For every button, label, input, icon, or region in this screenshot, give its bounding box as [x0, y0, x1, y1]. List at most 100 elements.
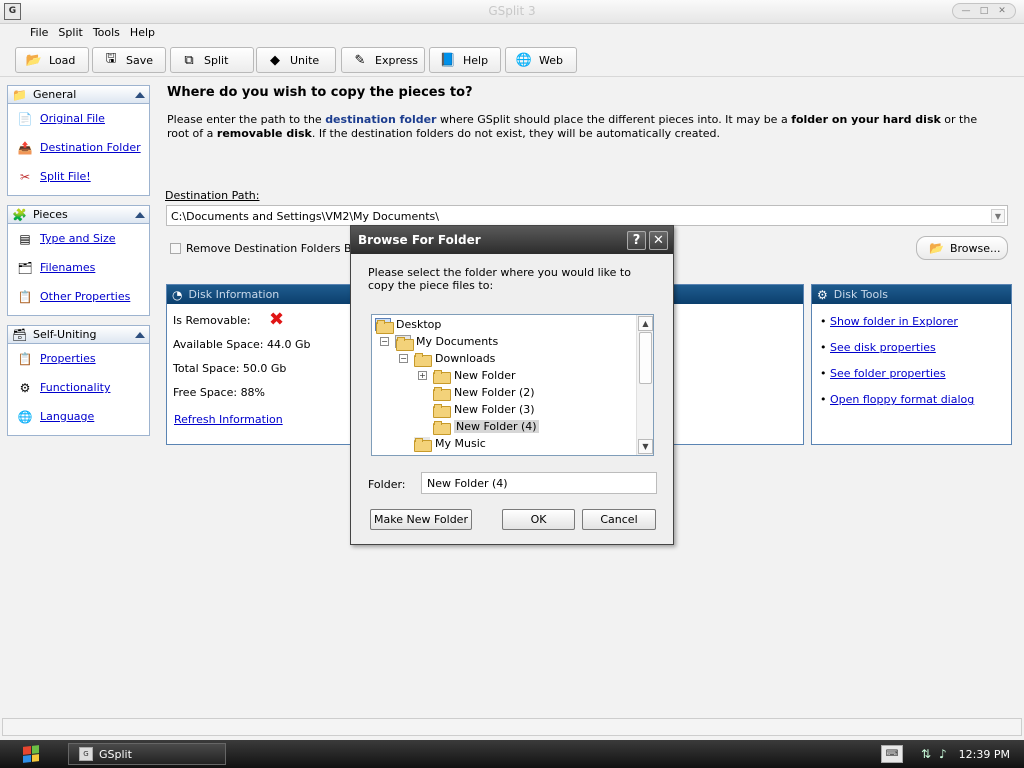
split-icon: ⧉: [184, 52, 194, 68]
maximize-button[interactable]: □: [975, 4, 993, 18]
minimize-button[interactable]: —: [957, 4, 975, 18]
gsplit-app-icon: G: [79, 747, 93, 761]
menu-tools[interactable]: Tools: [93, 24, 126, 42]
volume-icon[interactable]: ♪: [939, 747, 947, 761]
sidebar-item-destination-folder[interactable]: 📤 Destination Folder: [8, 133, 149, 162]
filenames-icon: 🗂: [17, 260, 33, 275]
bullet-floppy-format: • Open floppy format dialog: [820, 393, 975, 406]
tree-node-desktop[interactable]: Desktop: [375, 316, 441, 334]
red-x-icon: ✖: [269, 309, 285, 330]
help-book-icon: 📘: [439, 52, 457, 68]
sidebar-item-original-file[interactable]: 📄 Original File: [8, 104, 149, 133]
menu-bar: File Split Tools Help: [0, 24, 1024, 42]
ok-button[interactable]: OK: [502, 509, 575, 530]
menu-split[interactable]: Split: [58, 24, 88, 42]
destination-path-input[interactable]: C:\Documents and Settings\VM2\My Documen…: [166, 205, 1008, 226]
destination-path-label: Destination Path:: [165, 189, 260, 202]
windows-logo-icon: [23, 745, 39, 763]
folder-icon: [414, 352, 432, 367]
scroll-down-icon[interactable]: ▼: [638, 439, 653, 454]
refresh-information-link[interactable]: Refresh Information: [174, 413, 283, 426]
menu-help[interactable]: Help: [130, 24, 161, 42]
express-button[interactable]: ✎ Express: [341, 47, 425, 73]
folder-properties-link[interactable]: See folder properties: [830, 367, 946, 380]
pieces-icon: 🧩: [12, 207, 27, 222]
cancel-button[interactable]: Cancel: [582, 509, 656, 530]
status-bar: [2, 718, 1022, 736]
properties-icon: 📋: [17, 351, 33, 366]
taskbar-gsplit-button[interactable]: G GSplit: [68, 743, 226, 765]
music-folder-icon: [414, 437, 432, 452]
folder-browse-icon: 📂: [929, 241, 944, 255]
scissors-icon: ✂: [19, 169, 31, 184]
sidebar-item-other-properties[interactable]: 📋 Other Properties: [8, 282, 149, 311]
network-icon[interactable]: ⇅: [921, 747, 931, 761]
remove-folders-checkbox[interactable]: [170, 243, 181, 254]
start-button[interactable]: [6, 742, 56, 766]
toolbar: 📂 Load 🖫 Save ⧉ Split ◆ Unite ✎ Express 📘 Help…: [0, 44, 1024, 77]
tree-node-new-folder[interactable]: + New Folder: [418, 367, 515, 384]
collapse-toggle[interactable]: −: [380, 337, 389, 346]
dialog-close-button[interactable]: ✕: [649, 231, 668, 250]
expand-toggle[interactable]: +: [418, 371, 427, 380]
scroll-up-icon[interactable]: ▲: [638, 316, 653, 331]
unite-button[interactable]: ◆ Unite: [256, 47, 336, 73]
save-button[interactable]: 🖫 Save: [92, 47, 166, 73]
folder-arrow-icon: 📤: [17, 140, 33, 155]
make-new-folder-button[interactable]: Make New Folder: [370, 509, 472, 530]
tree-node-new-folder-2[interactable]: New Folder (2): [433, 384, 535, 401]
sidebar-pieces-header[interactable]: 🧩 Pieces: [8, 206, 149, 224]
tree-node-my-documents[interactable]: − My Documents: [380, 333, 498, 351]
express-icon: ✎: [354, 52, 366, 68]
sidebar-item-split-file[interactable]: ✂ Split File!: [8, 162, 149, 191]
folder-icon: [433, 403, 451, 418]
tree-node-downloads[interactable]: − Downloads: [399, 350, 495, 367]
sidebar-item-type-and-size[interactable]: ▤ Type and Size: [8, 224, 149, 253]
scroll-thumb[interactable]: [639, 332, 652, 384]
split-button[interactable]: ⧉ Split: [170, 47, 254, 73]
show-folder-link[interactable]: Show folder in Explorer: [830, 315, 958, 328]
folder-tree[interactable]: Desktop − My Documents − Downloads + New…: [371, 314, 654, 456]
tree-node-new-folder-4[interactable]: New Folder (4): [433, 418, 539, 435]
sidebar-pieces-panel: 🧩 Pieces ▤ Type and Size 🗂 Filenames 📋 O…: [7, 205, 150, 316]
floppy-format-link[interactable]: Open floppy format dialog: [830, 393, 974, 406]
collapse-arrow-icon[interactable]: [135, 92, 145, 98]
tree-scrollbar[interactable]: ▲ ▼: [636, 315, 653, 455]
free-space: Free Space: 88%: [173, 386, 266, 399]
keyboard-icon[interactable]: ⌨: [880, 745, 903, 763]
collapse-arrow-icon[interactable]: [135, 332, 145, 338]
folder-icon: [433, 369, 451, 384]
remove-folders-option[interactable]: Remove Destination Folders Befor: [170, 242, 373, 255]
sidebar-item-language[interactable]: 🌐 Language: [8, 402, 149, 431]
dropdown-arrow-icon[interactable]: ▼: [991, 209, 1005, 223]
folder-icon: [433, 386, 451, 401]
sidebar-item-filenames[interactable]: 🗂 Filenames: [8, 253, 149, 282]
desktop-icon: [375, 318, 394, 334]
dialog-help-button[interactable]: ?: [627, 231, 646, 250]
sidebar-item-properties[interactable]: 📋 Properties: [8, 344, 149, 373]
document-icon: 📄: [17, 111, 33, 126]
sidebar-item-functionality[interactable]: ⚙ Functionality: [8, 373, 149, 402]
menu-file[interactable]: File: [30, 24, 54, 42]
window-controls: — □ ✕: [952, 3, 1016, 19]
sidebar-self-uniting-header[interactable]: 🗃 Self-Uniting: [8, 326, 149, 344]
dialog-instructions: Please select the folder where you would…: [368, 266, 631, 292]
bullet-show-folder: • Show folder in Explorer: [820, 315, 958, 328]
tree-node-my-music[interactable]: My Music: [414, 435, 486, 452]
load-icon: 📂: [25, 52, 43, 68]
collapse-toggle[interactable]: −: [399, 354, 408, 363]
description-text: Please enter the path to the destination…: [167, 113, 978, 140]
help-button[interactable]: 📘 Help: [429, 47, 501, 73]
load-button[interactable]: 📂 Load: [15, 47, 89, 73]
disk-tools-box: ⚙ Disk Tools • Show folder in Explorer •…: [811, 284, 1012, 445]
sidebar-general-header[interactable]: 📁 General: [8, 86, 149, 104]
collapse-arrow-icon[interactable]: [135, 212, 145, 218]
bullet-folder-properties: • See folder properties: [820, 367, 946, 380]
folder-name-input[interactable]: New Folder (4): [421, 472, 657, 494]
web-button[interactable]: 🌐 Web: [505, 47, 577, 73]
close-button[interactable]: ✕: [993, 4, 1011, 18]
is-removable-label: Is Removable:: [173, 314, 251, 327]
tree-node-new-folder-3[interactable]: New Folder (3): [433, 401, 535, 418]
disk-properties-link[interactable]: See disk properties: [830, 341, 936, 354]
browse-button[interactable]: 📂 Browse...: [916, 236, 1008, 260]
